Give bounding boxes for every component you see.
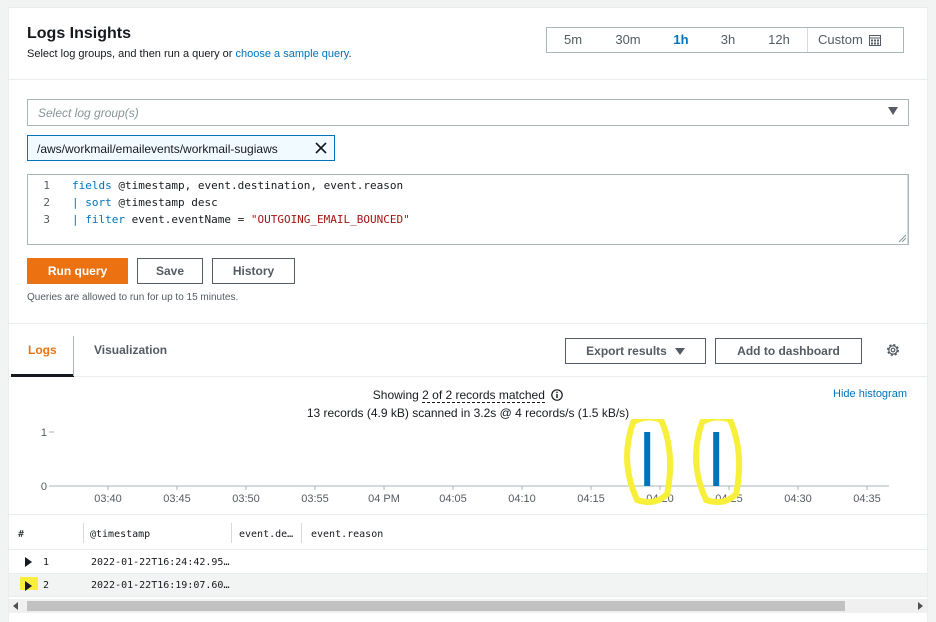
line-number: 3 [43,213,50,226]
export-results-button[interactable]: Export results [565,338,706,364]
x-tick-label: 03:45 [163,493,191,505]
line-number: 2 [43,196,50,209]
time-custom[interactable]: Custom [807,28,891,52]
column-header-timestamp[interactable]: @timestamp [90,529,150,540]
active-tab-indicator [11,374,74,377]
x-tick-label: 04:35 [853,493,881,505]
histogram-bar[interactable] [713,432,720,486]
scan-stats: 13 records (4.9 kB) scanned in 3.2s @ 4 … [306,406,630,420]
hide-histogram-link[interactable]: Hide histogram [833,388,907,400]
log-group-select[interactable]: Select log group(s) [27,99,909,126]
editor-scroll-track [907,175,908,244]
time-12h[interactable]: 12h [751,28,807,52]
query-keyword: | sort [72,196,112,209]
x-tick-label: 03:40 [94,493,122,505]
query-line-1: fields @timestamp, event.destination, ev… [72,179,403,192]
query-editor[interactable]: 1 2 3 fields @timestamp, event.destinati… [27,174,909,245]
close-icon[interactable] [314,141,328,155]
sample-query-link[interactable]: choose a sample query [236,48,349,60]
query-text: @timestamp, event.destination, event.rea… [111,179,404,192]
x-tick-label: 03:50 [232,493,260,505]
scroll-right-icon[interactable] [918,602,923,610]
time-range-selector: 5m 30m 1h 3h 12h Custom [546,27,904,53]
query-keyword: fields [72,179,112,192]
export-results-label: Export results [586,344,667,358]
histogram-bar[interactable] [644,432,651,486]
results-panel: Logs Visualization Export results Add to… [8,324,928,622]
showing-value[interactable]: 2 of 2 records matched [422,388,545,403]
caret-down-icon [888,107,898,115]
x-tick-label: 04:05 [439,493,467,505]
y-tick-label: 1 [41,427,47,439]
scroll-left-icon[interactable] [13,602,18,610]
save-button[interactable]: Save [137,258,203,284]
query-keyword: | filter [72,213,125,226]
gear-icon[interactable] [885,342,901,358]
query-time-note: Queries are allowed to run for up to 15 … [27,292,239,303]
scrollbar-thumb[interactable] [27,601,845,611]
time-30m[interactable]: 30m [599,28,657,52]
column-separator [231,523,232,543]
page-title: Logs Insights [27,25,131,42]
x-tick-label: 04:15 [577,493,605,505]
x-tick-label: 04:30 [784,493,812,505]
add-to-dashboard-button[interactable]: Add to dashboard [715,338,862,364]
subtitle-suffix: . [348,48,352,60]
log-group-token: /aws/workmail/emailevents/workmail-sugia… [27,135,335,161]
query-line-3: | filter event.eventName = "OUTGOING_EMA… [72,213,410,226]
column-separator [83,523,84,543]
calendar-icon [868,35,881,46]
time-1h[interactable]: 1h [657,28,705,52]
records-matched: Showing 2 of 2 records matched [9,388,927,403]
showing-prefix: Showing [372,388,423,402]
table-row[interactable]: 2 2022-01-22T16:19:07.60… [9,574,927,597]
log-group-token-label: /aws/workmail/emailevents/workmail-sugia… [37,142,278,156]
header-divider [9,79,927,80]
expand-arrow-icon[interactable] [25,581,32,591]
column-separator [301,523,302,543]
log-group-placeholder: Select log group(s) [38,106,139,120]
x-tick-label: 04 PM [368,493,400,505]
query-panel: Logs Insights Select log groups, and the… [8,7,928,324]
row-index: 1 [43,557,50,568]
expand-arrow-icon[interactable] [25,557,32,567]
resize-handle-icon[interactable] [897,233,907,243]
y-tick-label: 0 [41,481,47,493]
time-3h[interactable]: 3h [705,28,751,52]
table-row[interactable]: 1 2022-01-22T16:24:42.95… [9,551,927,574]
results-tabs: Logs Visualization Export results Add to… [9,324,927,377]
info-icon[interactable] [551,389,564,401]
custom-label: Custom [818,32,863,47]
table-header: # @timestamp event.de… event.reason [9,514,927,550]
tab-logs[interactable]: Logs [28,343,57,357]
row-index: 2 [43,580,50,591]
x-tick-label: 03:55 [301,493,329,505]
column-header-destination[interactable]: event.de… [239,529,293,540]
history-button[interactable]: History [212,258,295,284]
tab-separator [73,336,74,376]
query-text: event.eventName = [124,213,251,226]
x-tick-label: 04:10 [508,493,536,505]
caret-down-icon [674,347,685,355]
time-5m[interactable]: 5m [547,28,599,52]
line-number: 1 [43,179,50,192]
query-text: @timestamp desc [111,196,218,209]
histogram-chart: 0 1 03:40 03:45 03:50 03:55 04 PM 04:05 04:10 04:… [41,419,889,505]
query-string: "OUTGOING_EMAIL_BOUNCED" [250,213,410,226]
tab-visualization[interactable]: Visualization [94,343,167,357]
page-subtitle: Select log groups, and then run a query … [27,48,352,60]
run-query-button[interactable]: Run query [27,258,128,284]
row-timestamp: 2022-01-22T16:24:42.95… [91,557,230,568]
subtitle-text: Select log groups, and then run a query … [27,48,236,60]
query-line-2: | sort @timestamp desc [72,196,218,209]
column-header-reason[interactable]: event.reason [311,529,383,540]
row-timestamp: 2022-01-22T16:19:07.60… [91,580,230,591]
column-header-index: # [18,529,25,540]
horizontal-scrollbar[interactable] [9,599,927,613]
